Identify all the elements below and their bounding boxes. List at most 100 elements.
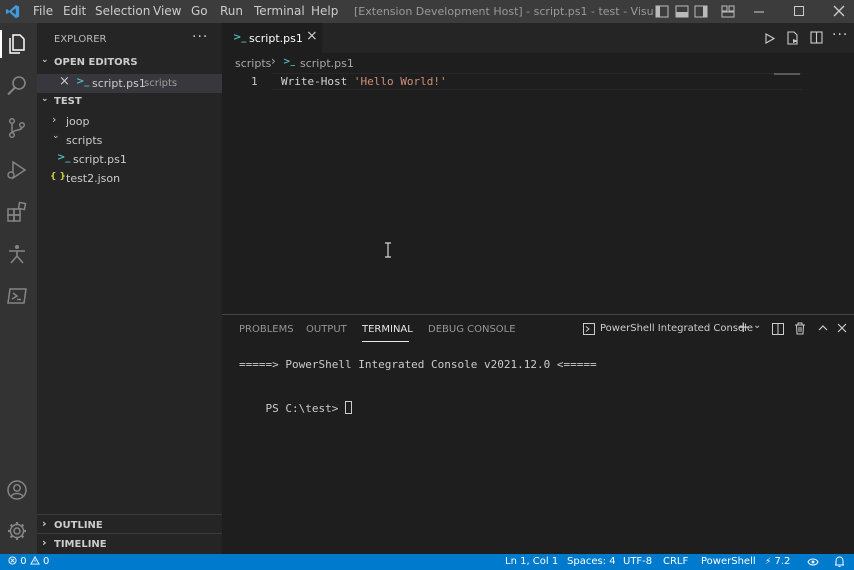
problems-status[interactable]: 0 0 <box>8 555 50 567</box>
tree-folder-joop[interactable]: › joop <box>37 112 222 131</box>
explorer-sidebar: EXPLORER ··· ⌄ OPEN EDITORS × >_ script.… <box>37 23 222 554</box>
split-editor-icon[interactable] <box>810 31 823 44</box>
chevron-down-icon[interactable]: ⌄ <box>753 320 761 331</box>
chevron-right-icon: › <box>42 517 47 530</box>
menu-file[interactable]: File <box>33 4 53 18</box>
workspace-header[interactable]: ⌄ TEST <box>37 92 222 112</box>
menu-help[interactable]: Help <box>311 4 338 18</box>
tab-debug-console[interactable]: DEBUG CONSOLE <box>428 324 516 335</box>
tree-label: script.ps1 <box>73 153 127 166</box>
minimize-icon[interactable] <box>752 5 766 18</box>
menu-terminal[interactable]: Terminal <box>254 4 305 18</box>
terminal-prompt-line[interactable]: PS C:\test> <box>239 388 352 428</box>
warning-count: 0 <box>42 556 50 567</box>
powershell-file-icon: >_ <box>283 57 296 67</box>
timeline-header[interactable]: › TIMELINE <box>37 533 222 553</box>
breadcrumb: scripts › >_ script.ps1 <box>222 53 854 73</box>
new-terminal-icon[interactable]: + <box>737 318 750 336</box>
tree-file-test2-json[interactable]: { } test2.json <box>37 169 222 188</box>
line-number: 1 <box>251 75 258 88</box>
terminal-icon <box>583 323 595 335</box>
code-editor[interactable]: 1 Write-Host 'Hello World!' <box>222 73 854 313</box>
explorer-icon[interactable] <box>5 32 29 56</box>
outline-label: OUTLINE <box>54 520 103 531</box>
terminal-cursor <box>344 401 352 414</box>
source-control-icon[interactable] <box>5 116 29 140</box>
outline-header[interactable]: › OUTLINE <box>37 514 222 534</box>
json-file-icon: { } <box>50 172 66 182</box>
chevron-down-icon: ⌄ <box>41 55 49 65</box>
powershell-version[interactable]: ⚡ 7.2 <box>765 556 790 567</box>
open-editors-header[interactable]: ⌄ OPEN EDITORS <box>37 53 222 73</box>
code-line: Write-Host 'Hello World!' <box>281 75 447 88</box>
run-icon[interactable] <box>765 33 775 44</box>
workspace-label: TEST <box>54 96 82 107</box>
terminal-prompt: PS C:\test> <box>265 402 345 415</box>
customize-layout-icon[interactable] <box>721 5 735 18</box>
close-window-icon[interactable] <box>832 5 846 18</box>
error-count: 0 <box>20 556 27 567</box>
vscode-logo-icon <box>5 4 20 19</box>
close-tab-icon[interactable]: × <box>306 28 318 44</box>
tree-label: scripts <box>66 134 103 147</box>
toggle-primary-sidebar-icon[interactable] <box>655 5 669 18</box>
menu-go[interactable]: Go <box>191 4 208 18</box>
powershell-icon[interactable] <box>5 284 29 308</box>
trash-icon[interactable] <box>794 322 806 335</box>
split-terminal-icon[interactable] <box>772 323 784 335</box>
menu-edit[interactable]: Edit <box>63 4 86 18</box>
maximize-icon[interactable] <box>792 5 806 18</box>
search-icon[interactable] <box>5 74 29 98</box>
run-and-debug-icon[interactable] <box>5 158 29 182</box>
indentation[interactable]: Spaces: 4 <box>567 556 616 567</box>
end-of-line[interactable]: CRLF <box>663 556 688 567</box>
maximize-panel-icon[interactable] <box>818 324 828 332</box>
terminal-selector[interactable]: PowerShell Integrated Console <box>582 321 753 337</box>
testing-icon[interactable] <box>5 242 29 266</box>
chevron-down-icon: ⌄ <box>52 131 60 141</box>
editor-tab-bar: >_ script.ps1 × ··· <box>222 23 854 53</box>
tree-file-script-ps1[interactable]: >_ script.ps1 <box>37 150 222 169</box>
tab-problems[interactable]: PROBLEMS <box>239 324 294 335</box>
powershell-file-icon: >_ <box>76 76 90 87</box>
version-label: 7.2 <box>774 556 791 567</box>
open-editor-folder: scripts <box>144 78 178 89</box>
chevron-right-icon: › <box>52 113 57 126</box>
cursor-position[interactable]: Ln 1, Col 1 <box>505 556 558 567</box>
tab-label: script.ps1 <box>249 32 303 45</box>
menu-view[interactable]: View <box>153 4 181 18</box>
manage-gear-icon[interactable] <box>5 519 29 543</box>
feedback-icon[interactable] <box>807 557 819 567</box>
breadcrumb-file[interactable]: script.ps1 <box>300 57 354 70</box>
active-tab-underline <box>362 341 409 342</box>
open-editor-item[interactable]: × >_ script.ps1 scripts <box>37 74 222 93</box>
accounts-icon[interactable] <box>5 478 29 502</box>
toggle-secondary-sidebar-icon[interactable] <box>694 5 708 18</box>
timeline-label: TIMELINE <box>54 539 107 550</box>
editor-tab-script-ps1[interactable]: >_ script.ps1 × <box>222 23 322 53</box>
active-indicator <box>0 30 2 58</box>
notifications-bell-icon[interactable] <box>834 556 845 568</box>
warning-icon <box>29 555 40 565</box>
window-title: [Extension Development Host] - script.ps… <box>354 5 654 18</box>
toggle-panel-icon[interactable] <box>675 5 689 18</box>
breadcrumb-folder[interactable]: scripts <box>235 57 271 70</box>
tree-folder-scripts[interactable]: ⌄ scripts <box>37 131 222 150</box>
activity-bar <box>0 23 37 554</box>
minimap[interactable] <box>774 73 800 75</box>
status-bar: 0 0 Ln 1, Col 1 Spaces: 4 UTF-8 CRLF Pow… <box>0 554 854 570</box>
more-actions-icon[interactable]: ··· <box>832 27 848 43</box>
more-actions-icon[interactable]: ··· <box>192 29 208 45</box>
close-panel-icon[interactable] <box>837 323 847 333</box>
tab-output[interactable]: OUTPUT <box>306 324 347 335</box>
powershell-file-icon: >_ <box>233 32 247 43</box>
tab-terminal[interactable]: TERMINAL <box>362 324 413 335</box>
menu-run[interactable]: Run <box>220 4 243 18</box>
encoding[interactable]: UTF-8 <box>623 556 652 567</box>
extensions-icon[interactable] <box>5 200 29 224</box>
menu-selection[interactable]: Selection <box>95 4 150 18</box>
code-command: Write-Host <box>281 75 348 88</box>
language-mode[interactable]: PowerShell <box>701 556 756 567</box>
open-changes-icon[interactable] <box>786 31 800 45</box>
close-editor-icon[interactable]: × <box>59 74 70 89</box>
